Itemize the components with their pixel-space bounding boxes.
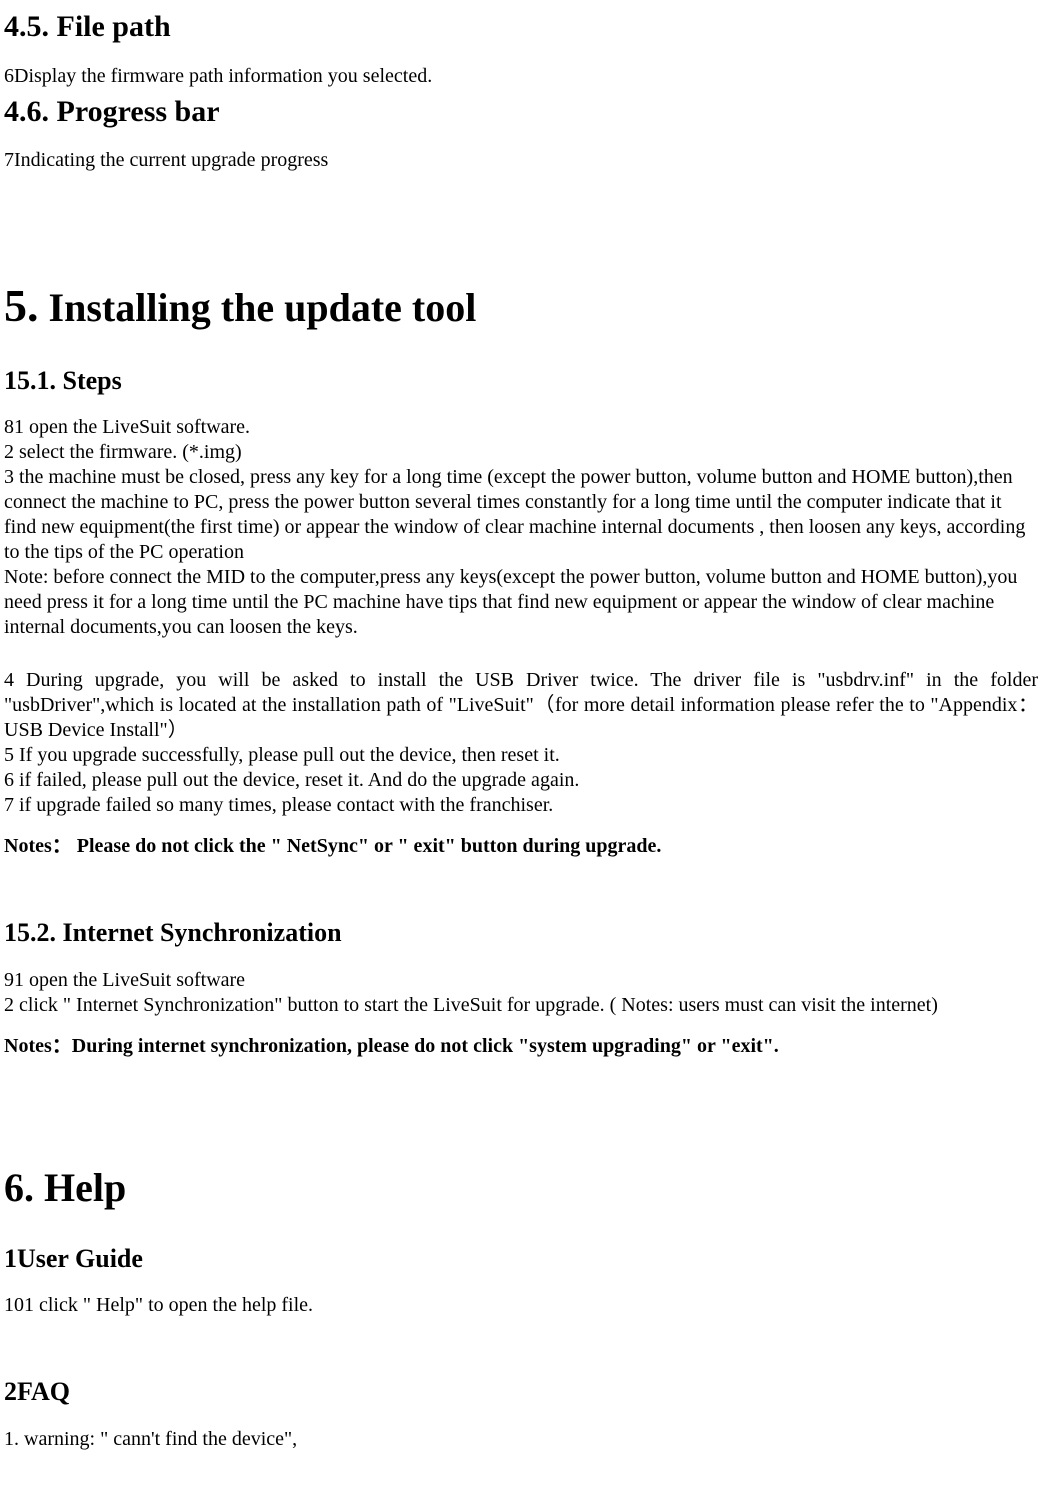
internet-sync-line-2: 2 click " Internet Synchronization" butt… (4, 993, 1038, 1018)
heading-internet-sync: 15.2. Internet Synchronization (4, 917, 1038, 950)
heading-faq: 2FAQ (4, 1376, 1038, 1409)
steps-line-6: 6 if failed, please pull out the device,… (4, 768, 1038, 793)
major-title-install: Installing the update tool (39, 285, 477, 330)
heading-installing-update-tool: 5. Installing the update tool (4, 277, 1038, 335)
heading-progress-bar: 4.6. Progress bar (4, 93, 1038, 131)
paragraph-file-path: 6Display the firmware path information y… (4, 64, 1038, 89)
heading-steps: 15.1. Steps (4, 365, 1038, 398)
heading-help: 6. Help (4, 1163, 1038, 1213)
steps-line-1: 81 open the LiveSuit software. (4, 415, 1038, 440)
heading-file-path: 4.5. File path (4, 8, 1038, 46)
steps-line-4: 4 During upgrade, you will be asked to i… (4, 668, 1038, 743)
steps-notes-warning: Notes： Please do not click the " NetSync… (4, 834, 1038, 859)
heading-user-guide: 1User Guide (4, 1243, 1038, 1276)
steps-line-3: 3 the machine must be closed, press any … (4, 465, 1038, 565)
user-guide-line-1: 101 click " Help" to open the help file. (4, 1293, 1038, 1318)
major-number-5: 5. (4, 280, 39, 331)
steps-line-5: 5 If you upgrade successfully, please pu… (4, 743, 1038, 768)
steps-line-2: 2 select the firmware. (*.img) (4, 440, 1038, 465)
paragraph-progress-bar: 7Indicating the current upgrade progress (4, 148, 1038, 173)
steps-note: Note: before connect the MID to the comp… (4, 565, 1038, 640)
internet-sync-notes-warning: Notes：During internet synchronization, p… (4, 1034, 1038, 1059)
steps-line-7: 7 if upgrade failed so many times, pleas… (4, 793, 1038, 818)
internet-sync-line-1: 91 open the LiveSuit software (4, 968, 1038, 993)
faq-line-1: 1. warning: " cann't find the device", (4, 1427, 1038, 1452)
